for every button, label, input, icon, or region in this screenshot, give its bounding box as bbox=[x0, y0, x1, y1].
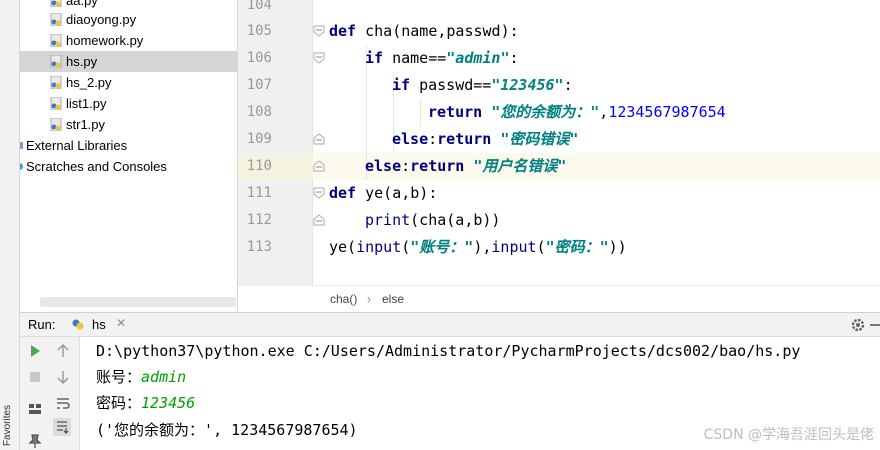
line-number: 107 bbox=[246, 77, 272, 93]
fold-close-icon[interactable] bbox=[313, 160, 325, 172]
run-play-icon[interactable] bbox=[26, 342, 44, 360]
tree-horizontal-scrollbar[interactable] bbox=[40, 297, 236, 307]
code-line-105: def cha(name,passwd): bbox=[329, 22, 519, 40]
layout-icon[interactable] bbox=[26, 400, 44, 418]
indent-guide bbox=[420, 99, 421, 126]
code-line-113: ye(input("账号："),input("密码：")) bbox=[329, 238, 627, 256]
tree-file-label: homework.py bbox=[66, 33, 144, 48]
tree-file-homework[interactable]: homework.py bbox=[20, 30, 237, 51]
code-line-112: print(cha(a,b)) bbox=[365, 211, 501, 229]
line-number: 105 bbox=[246, 23, 272, 39]
run-panel-header: Run: hs ✕ bbox=[20, 312, 880, 337]
code-line-107: if passwd=="123456": bbox=[392, 76, 573, 94]
project-tree: aa.py diaoyong.py homework.py hs.py hs_2… bbox=[20, 0, 238, 312]
line-number: 109 bbox=[246, 131, 272, 147]
fold-open-icon[interactable] bbox=[313, 187, 325, 199]
breadcrumb: cha() › else bbox=[238, 285, 880, 312]
tree-file-hs[interactable]: hs.py bbox=[20, 51, 237, 72]
favorites-tab-label: Favorites bbox=[2, 404, 14, 447]
fold-open-icon[interactable] bbox=[313, 25, 325, 37]
line-number: 111 bbox=[246, 185, 272, 201]
left-tool-strip: Favorites bbox=[0, 0, 20, 450]
library-icon bbox=[20, 142, 23, 149]
python-file-icon bbox=[50, 55, 62, 68]
run-tab-label: hs bbox=[92, 317, 106, 332]
arrow-down-icon[interactable] bbox=[54, 368, 72, 386]
console-command-line: D:\python37\python.exe C:/Users/Administ… bbox=[96, 342, 801, 360]
python-icon bbox=[72, 319, 84, 330]
arrow-up-icon[interactable] bbox=[54, 342, 72, 360]
tree-scratches-label: Scratches and Consoles bbox=[26, 159, 167, 174]
run-toolbar bbox=[20, 337, 80, 450]
console-account-line: 账号：admin bbox=[96, 364, 186, 390]
scroll-to-end-icon[interactable] bbox=[53, 418, 71, 436]
python-file-icon bbox=[50, 13, 62, 26]
favorites-tab[interactable]: Favorites bbox=[2, 402, 17, 450]
python-file-icon bbox=[50, 118, 62, 131]
python-file-icon bbox=[50, 0, 62, 7]
tree-scratches[interactable]: Scratches and Consoles bbox=[20, 156, 237, 177]
code-line-110: else:return "用户名错误" bbox=[365, 157, 567, 175]
close-icon[interactable]: ✕ bbox=[116, 316, 126, 330]
code-line-109: else:return "密码错误" bbox=[392, 130, 579, 148]
stop-icon[interactable] bbox=[26, 368, 44, 386]
line-number: 112 bbox=[246, 212, 272, 228]
minimize-icon[interactable] bbox=[870, 324, 880, 326]
tree-file-hs2[interactable]: hs_2.py bbox=[20, 72, 237, 93]
scratches-icon bbox=[20, 163, 23, 170]
console-prompt: 密码： bbox=[96, 394, 142, 412]
tree-file-str1[interactable]: str1.py bbox=[20, 114, 237, 135]
console-prompt: 账号： bbox=[96, 368, 142, 386]
fold-close-icon[interactable] bbox=[313, 214, 325, 226]
tree-file-list1[interactable]: list1.py bbox=[20, 93, 237, 114]
line-number: 106 bbox=[246, 50, 272, 66]
run-tab-hs[interactable]: hs ✕ bbox=[68, 313, 132, 337]
gear-icon[interactable] bbox=[850, 317, 866, 333]
console-user-input: 123456 bbox=[141, 394, 196, 412]
pin-icon[interactable] bbox=[26, 432, 44, 450]
code-line-111: def ye(a,b): bbox=[329, 184, 438, 202]
code-line-106: if name=="admin": bbox=[365, 49, 519, 67]
tree-file-label: diaoyong.py bbox=[66, 12, 137, 27]
breadcrumb-else[interactable]: else bbox=[382, 286, 404, 312]
fold-close-icon[interactable] bbox=[313, 133, 325, 145]
console-user-input: admin bbox=[141, 368, 187, 386]
fold-open-icon[interactable] bbox=[313, 52, 325, 64]
breadcrumb-function[interactable]: cha() bbox=[330, 286, 357, 312]
python-file-icon bbox=[50, 76, 62, 89]
run-panel-title: Run: bbox=[28, 317, 56, 332]
tree-file-label: list1.py bbox=[66, 96, 107, 111]
tree-external-libraries[interactable]: External Libraries bbox=[20, 135, 237, 156]
tree-file-label: str1.py bbox=[66, 117, 106, 132]
soft-wrap-icon[interactable] bbox=[54, 394, 72, 412]
console-result-line: ('您的余额为：', 1234567987654) bbox=[96, 421, 358, 439]
code-line-108: return "您的余额为：",1234567987654 bbox=[428, 103, 726, 121]
line-number: 110 bbox=[246, 158, 272, 174]
code-editor[interactable]: 104 105 106 107 108 109 110 111 112 113 … bbox=[238, 0, 880, 312]
line-number: 113 bbox=[246, 239, 272, 255]
python-file-icon bbox=[50, 97, 62, 110]
tree-file-label: hs.py bbox=[66, 54, 98, 69]
watermark: CSDN @学海吾涯回头是佬 bbox=[703, 427, 874, 443]
tree-external-libraries-label: External Libraries bbox=[26, 138, 128, 153]
breadcrumb-separator: › bbox=[367, 292, 371, 306]
python-file-icon bbox=[50, 34, 62, 47]
line-number: 104 bbox=[246, 0, 272, 13]
console-password-line: 密码：123456 bbox=[96, 390, 195, 416]
tree-file-label: hs_2.py bbox=[66, 75, 112, 90]
tree-file-diaoyong[interactable]: diaoyong.py bbox=[20, 9, 237, 30]
line-number: 108 bbox=[246, 104, 272, 120]
